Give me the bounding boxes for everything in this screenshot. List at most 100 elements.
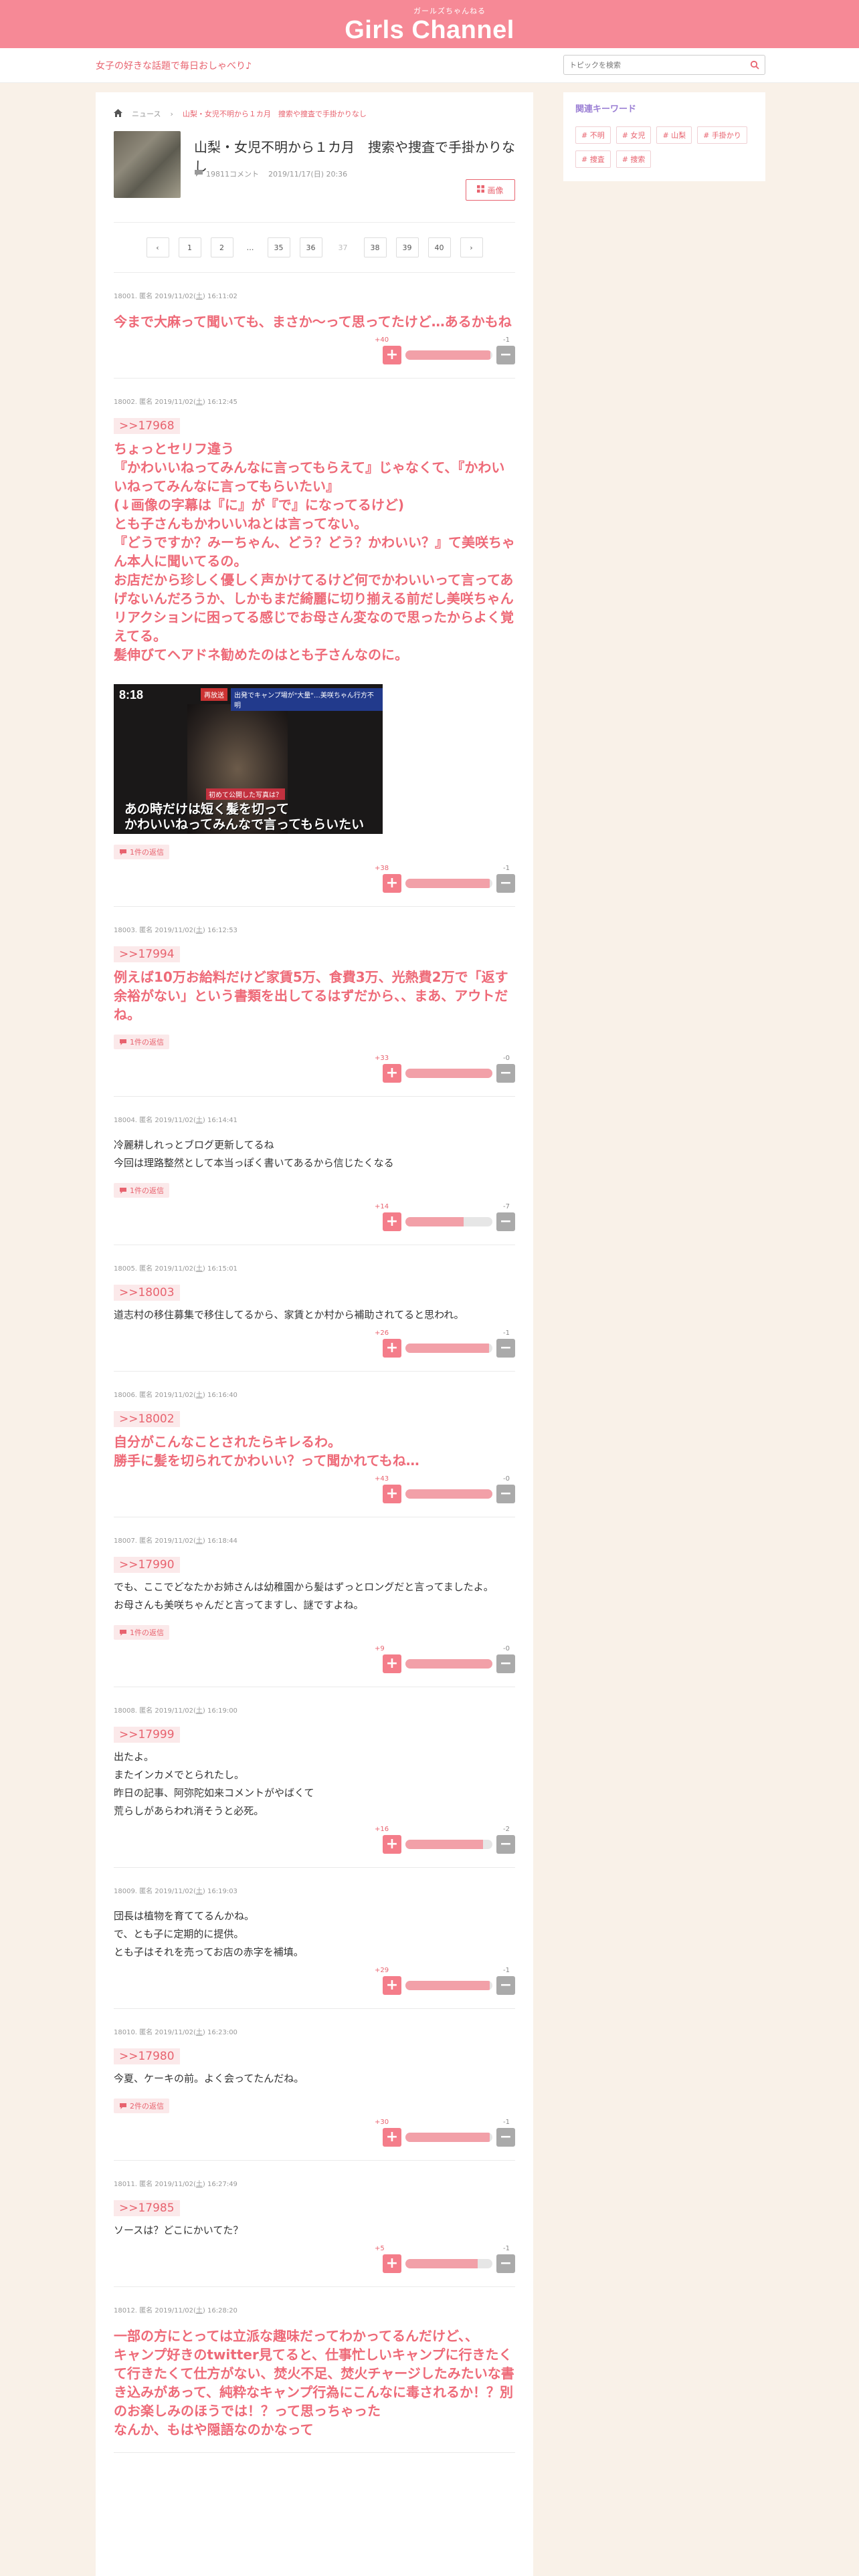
comment-body: 今まで大麻って聞いても、まさか〜って思ってたけど…あるかもね	[114, 314, 512, 330]
minus-vote-button[interactable]: −	[496, 1485, 515, 1503]
minus-vote-button[interactable]: −	[496, 874, 515, 893]
breadcrumb-separator: ›	[170, 109, 173, 118]
comment-number[interactable]: 18007.	[114, 1537, 137, 1545]
comment-weekday: 土	[195, 1537, 203, 1545]
keyword-tag[interactable]: # 手掛かり	[697, 126, 747, 144]
comment-number[interactable]: 18003.	[114, 927, 137, 934]
reply-anchor-link[interactable]: >>17999	[114, 1727, 180, 1743]
keyword-tag[interactable]: # 捜索	[615, 150, 652, 168]
topic-thumbnail[interactable]	[114, 131, 181, 198]
comment-author: 匿名	[139, 1537, 153, 1545]
tv-headline: 出発でキャンプ場が"大量"…美咲ちゃん行方不明	[231, 688, 383, 711]
comment-header: 18009. 匿名 2019/11/02(土) 16:19:03	[114, 1885, 515, 1895]
comment-number[interactable]: 18011.	[114, 2181, 137, 2188]
comment-item: 18004. 匿名 2019/11/02(土) 16:14:41 冷麗耕しれっとブ…	[114, 1097, 515, 1245]
reply-anchor-link[interactable]: >>18002	[114, 1411, 180, 1427]
reply-anchor-link[interactable]: >>18003	[114, 1285, 180, 1301]
plus-vote-button[interactable]: +	[383, 1064, 401, 1083]
search-input[interactable]	[564, 56, 738, 74]
comment-number[interactable]: 18006.	[114, 1392, 137, 1399]
replies-button[interactable]: 1件の返信	[114, 1625, 169, 1640]
comment-number[interactable]: 18002.	[114, 399, 137, 406]
reply-anchor-link[interactable]: >>17985	[114, 2200, 180, 2216]
minus-vote-button[interactable]: −	[496, 1654, 515, 1673]
minus-vote-button[interactable]: −	[496, 1835, 515, 1854]
plus-vote-button[interactable]: +	[383, 1212, 401, 1231]
minus-count: -1	[503, 1329, 510, 1337]
replies-button[interactable]: 1件の返信	[114, 1035, 169, 1049]
comment-number[interactable]: 18001.	[114, 293, 137, 300]
plus-vote-button[interactable]: +	[383, 1835, 401, 1854]
vote-ratio-bar	[405, 879, 492, 888]
vote-ratio-bar	[405, 1659, 492, 1669]
comment-header: 18001. 匿名 2019/11/02(土) 16:11:02	[114, 290, 515, 300]
reply-anchor-link[interactable]: >>17990	[114, 1557, 180, 1573]
sidebar: 関連キーワード # 不明 # 女児 # 山梨 # 手掛かり # 捜査 # 捜索	[563, 92, 765, 181]
pager-prev[interactable]: ‹	[146, 237, 169, 257]
replies-button[interactable]: 2件の返信	[114, 2099, 169, 2113]
comment-header: 18011. 匿名 2019/11/02(土) 16:27:49	[114, 2178, 515, 2188]
plus-vote-button[interactable]: +	[383, 2254, 401, 2273]
pager-page[interactable]: 38	[363, 237, 387, 257]
comment-number[interactable]: 18005.	[114, 1265, 137, 1273]
minus-vote-button[interactable]: −	[496, 2128, 515, 2147]
pager-page[interactable]: 35	[267, 237, 290, 257]
vote-area: +43 -0 + −	[114, 1475, 515, 1503]
plus-vote-button[interactable]: +	[383, 1339, 401, 1358]
comment-time: ) 16:19:00	[202, 1707, 237, 1715]
pager-page[interactable]: 1	[178, 237, 201, 257]
keyword-tag[interactable]: # 女児	[615, 126, 652, 144]
reply-anchor-link[interactable]: >>17968	[114, 418, 180, 434]
comment-number[interactable]: 18008.	[114, 1707, 137, 1715]
pager-next[interactable]: ›	[460, 237, 483, 257]
minus-vote-button[interactable]: −	[496, 2254, 515, 2273]
topic-header: 山梨・女児不明から１カ月 捜索や捜査で手掛かりなし 19811コメント 2019…	[114, 131, 515, 205]
minus-vote-button[interactable]: −	[496, 1212, 515, 1231]
tv-label: 初めて公開した写真は？	[206, 788, 285, 800]
breadcrumb-news[interactable]: ニュース	[132, 108, 161, 119]
plus-vote-button[interactable]: +	[383, 1654, 401, 1673]
minus-vote-button[interactable]: −	[496, 1064, 515, 1083]
pager-page[interactable]: 40	[427, 237, 451, 257]
comment-number[interactable]: 18012.	[114, 2307, 137, 2315]
comment-number[interactable]: 18009.	[114, 1888, 137, 1895]
comment-author: 匿名	[139, 1707, 153, 1715]
plus-vote-button[interactable]: +	[383, 346, 401, 364]
comment-date: 2019/11/02(	[155, 927, 196, 934]
pager-page[interactable]: 39	[395, 237, 419, 257]
reply-anchor-link[interactable]: >>17980	[114, 2048, 180, 2064]
comment-weekday: 土	[195, 1117, 203, 1124]
vote-area: +29 -1 + −	[114, 1967, 515, 1995]
comment-time: ) 16:18:44	[202, 1537, 237, 1545]
home-icon[interactable]	[114, 108, 122, 119]
minus-vote-button[interactable]: −	[496, 346, 515, 364]
minus-count: -0	[503, 1055, 510, 1062]
keyword-tag[interactable]: # 山梨	[656, 126, 692, 144]
site-logo[interactable]: ガールズちゃんねる Girls Channel	[0, 5, 859, 45]
replies-button[interactable]: 1件の返信	[114, 845, 169, 859]
plus-vote-button[interactable]: +	[383, 874, 401, 893]
comment-header: 18002. 匿名 2019/11/02(土) 16:12:45	[114, 396, 515, 406]
comment-list: 18001. 匿名 2019/11/02(土) 16:11:02 今まで大麻って聞…	[114, 273, 515, 2453]
comment-item: 18002. 匿名 2019/11/02(土) 16:12:45 >>17968 ち…	[114, 379, 515, 907]
plus-vote-button[interactable]: +	[383, 1976, 401, 1995]
keyword-tag[interactable]: # 不明	[575, 126, 611, 144]
comment-body: 自分がこんなことされたらキレるわ。 勝手に髪を切られてかわいい？って聞かれてもね…	[114, 1434, 419, 1469]
minus-vote-button[interactable]: −	[496, 1976, 515, 1995]
comment-number[interactable]: 18004.	[114, 1117, 137, 1124]
pager-page[interactable]: 36	[299, 237, 322, 257]
vote-area: +16 -2 + −	[114, 1826, 515, 1854]
pager-page[interactable]: 2	[210, 237, 233, 257]
comment-number[interactable]: 18010.	[114, 2029, 137, 2036]
reply-anchor-link[interactable]: >>17994	[114, 946, 180, 962]
comment-date: 2019/11/02(	[155, 1265, 196, 1273]
replies-button[interactable]: 1件の返信	[114, 1183, 169, 1198]
image-button[interactable]: 画像	[466, 179, 515, 201]
keyword-tag[interactable]: # 捜査	[575, 150, 611, 168]
plus-vote-button[interactable]: +	[383, 1485, 401, 1503]
comment-image[interactable]: 8:18 再放送 出発でキャンプ場が"大量"…美咲ちゃん行方不明 初めて公開した写真は…	[114, 684, 383, 834]
comment-header: 18012. 匿名 2019/11/02(土) 16:28:20	[114, 2304, 515, 2315]
plus-vote-button[interactable]: +	[383, 2128, 401, 2147]
minus-vote-button[interactable]: −	[496, 1339, 515, 1358]
search-icon[interactable]	[750, 60, 759, 72]
